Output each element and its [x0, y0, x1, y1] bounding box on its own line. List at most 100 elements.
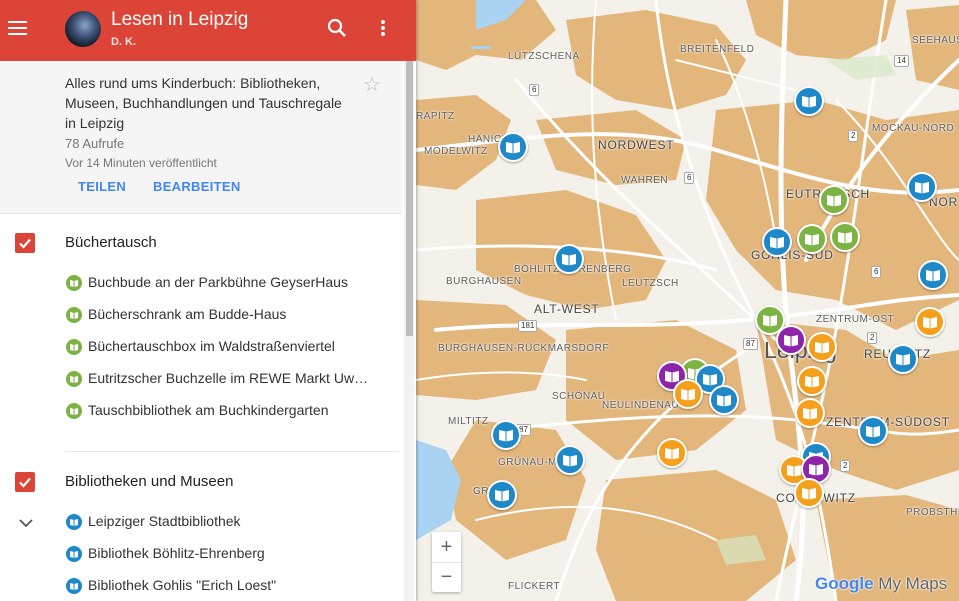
map-label: RAPITZ [416, 111, 455, 122]
menu-icon-bar [8, 27, 27, 29]
map-marker-library[interactable] [498, 132, 528, 162]
book-icon [66, 403, 82, 419]
more-vert-icon [381, 20, 385, 36]
book-icon [770, 237, 784, 249]
book-icon [805, 234, 819, 246]
map-marker-museum[interactable] [776, 325, 806, 355]
book-icon [805, 376, 819, 388]
google-logo-text: Google [815, 574, 874, 593]
map-label: GRÜNAU-MI [498, 457, 561, 468]
map-label: MODELWITZ [424, 146, 488, 157]
list-item-label: Bibliothek Gohlis "Erich Loest" [88, 577, 277, 593]
map-marker-library[interactable] [858, 416, 888, 446]
map-marker-library[interactable] [762, 227, 792, 257]
list-item-label: Bibliothek Böhlitz-Ehrenberg [88, 545, 265, 561]
map-marker-bookshop[interactable] [807, 332, 837, 362]
route-shield: 87 [743, 338, 758, 350]
map-label: MOCKAU-NORD [872, 123, 955, 134]
search-button[interactable] [325, 16, 349, 40]
layer-title: Büchertausch [65, 234, 157, 251]
map-marker-bookshop[interactable] [797, 366, 827, 396]
star-outline-icon[interactable]: ☆ [363, 75, 381, 95]
side-panel: Lesen in Leipzig D. K. Alles rund ums Ki… [0, 0, 416, 601]
map-marker-bookshop[interactable] [673, 379, 703, 409]
book-icon [665, 371, 679, 383]
layer-checkbox-buechertausch[interactable] [15, 233, 35, 253]
list-item[interactable]: Eutritzscher Buchzelle im REWE Markt Uwe… [66, 368, 386, 390]
list-item[interactable]: Bibliothek Gohlis "Erich Loest" [66, 575, 386, 597]
book-icon [665, 448, 679, 460]
map-marker-library[interactable] [709, 385, 739, 415]
map-label: SCHÖNAU [552, 391, 606, 402]
book-icon [802, 96, 816, 108]
map-marker-book-exchange[interactable] [819, 185, 849, 215]
book-icon [763, 315, 777, 327]
map-marker-library[interactable] [555, 445, 585, 475]
list-item-label: Bücherschrank am Budde-Haus [88, 306, 287, 322]
list-item[interactable]: Büchertauschbox im Waldstraßenviertel [66, 336, 386, 358]
edit-button[interactable]: BEARBEITEN [153, 179, 241, 194]
list-item-label: Tauschbibliothek am Buchkindergarten [88, 402, 329, 418]
map-marker-bookshop[interactable] [795, 398, 825, 428]
list-item[interactable]: Bibliothek Böhlitz-Ehrenberg [66, 543, 386, 565]
map-label: WAHREN [621, 175, 669, 186]
menu-icon-bar [8, 33, 27, 35]
map-marker-library[interactable] [907, 172, 937, 202]
my-maps-text: My Maps [878, 574, 948, 593]
share-button[interactable]: TEILEN [78, 179, 126, 194]
more-options-button[interactable] [373, 16, 393, 40]
map-marker-library[interactable] [487, 480, 517, 510]
map-marker-bookshop[interactable] [657, 438, 687, 468]
zoom-in-button[interactable]: + [432, 532, 461, 563]
map-marker-bookshop[interactable] [915, 307, 945, 337]
list-item[interactable]: Buchbude an der Parkbühne GeyserHaus [66, 272, 386, 294]
panel-scrollbar[interactable] [404, 61, 414, 601]
layer-title: Bibliotheken und Museen [65, 473, 234, 490]
view-count: 78 Aufrufe [65, 136, 125, 151]
map-marker-library[interactable] [794, 86, 824, 116]
book-icon [563, 455, 577, 467]
map-marker-bookshop[interactable] [794, 478, 824, 508]
map-label: BURGHAUSEN-RÜCKMARSDORF [438, 343, 609, 354]
route-shield: 2 [848, 130, 859, 142]
book-icon [66, 546, 82, 562]
map-marker-library[interactable] [888, 344, 918, 374]
book-icon [866, 426, 880, 438]
map-marker-library[interactable] [491, 420, 521, 450]
published-time: Vor 14 Minuten veröffentlicht [65, 156, 217, 170]
book-icon [681, 389, 695, 401]
route-shield: 181 [518, 320, 538, 332]
scrollbar-thumb[interactable] [406, 61, 413, 336]
list-item-label: Eutritzscher Buchzelle im REWE Markt Uwe… [88, 370, 373, 386]
list-item[interactable]: Tauschbibliothek am Buchkindergarten [66, 400, 386, 422]
map-title: Lesen in Leipzig [111, 9, 249, 30]
panel-header: Lesen in Leipzig D. K. [0, 0, 416, 61]
list-item[interactable]: Bücherschrank am Budde-Haus [66, 304, 386, 326]
map-marker-library[interactable] [918, 260, 948, 290]
chevron-down-icon[interactable] [17, 514, 35, 532]
map-description: Alles rund ums Kinderbuch: Bibliotheken,… [65, 75, 342, 131]
book-icon [787, 465, 801, 477]
list-item-label: Büchertauschbox im Waldstraßenviertel [88, 338, 335, 354]
route-shield: 14 [894, 55, 909, 67]
route-shield: 2 [867, 332, 878, 344]
menu-button[interactable] [6, 16, 30, 42]
map-marker-book-exchange[interactable] [797, 224, 827, 254]
map-avatar [65, 11, 101, 47]
map-canvas[interactable]: LÜTZSCHENA BREITENFELD SEEHAUSEN HÄNICH … [416, 0, 959, 601]
book-icon [827, 195, 841, 207]
book-icon [66, 578, 82, 594]
map-marker-book-exchange[interactable] [830, 222, 860, 252]
map-marker-library[interactable] [554, 244, 584, 274]
book-icon [562, 254, 576, 266]
map-label: ZENTRUM-SÜDOST [826, 415, 950, 429]
layer-checkbox-bibliotheken[interactable] [15, 472, 35, 492]
list-item[interactable]: Leipziger Stadtbibliothek [66, 511, 386, 533]
map-label: LÜTZSCHENA [508, 51, 580, 62]
book-icon [923, 317, 937, 329]
map-base-layer [416, 0, 959, 601]
google-my-maps-logo: Google My Maps [815, 574, 947, 594]
zoom-out-button[interactable]: − [432, 562, 461, 592]
book-icon [815, 342, 829, 354]
map-label: MILTITZ [448, 416, 489, 427]
